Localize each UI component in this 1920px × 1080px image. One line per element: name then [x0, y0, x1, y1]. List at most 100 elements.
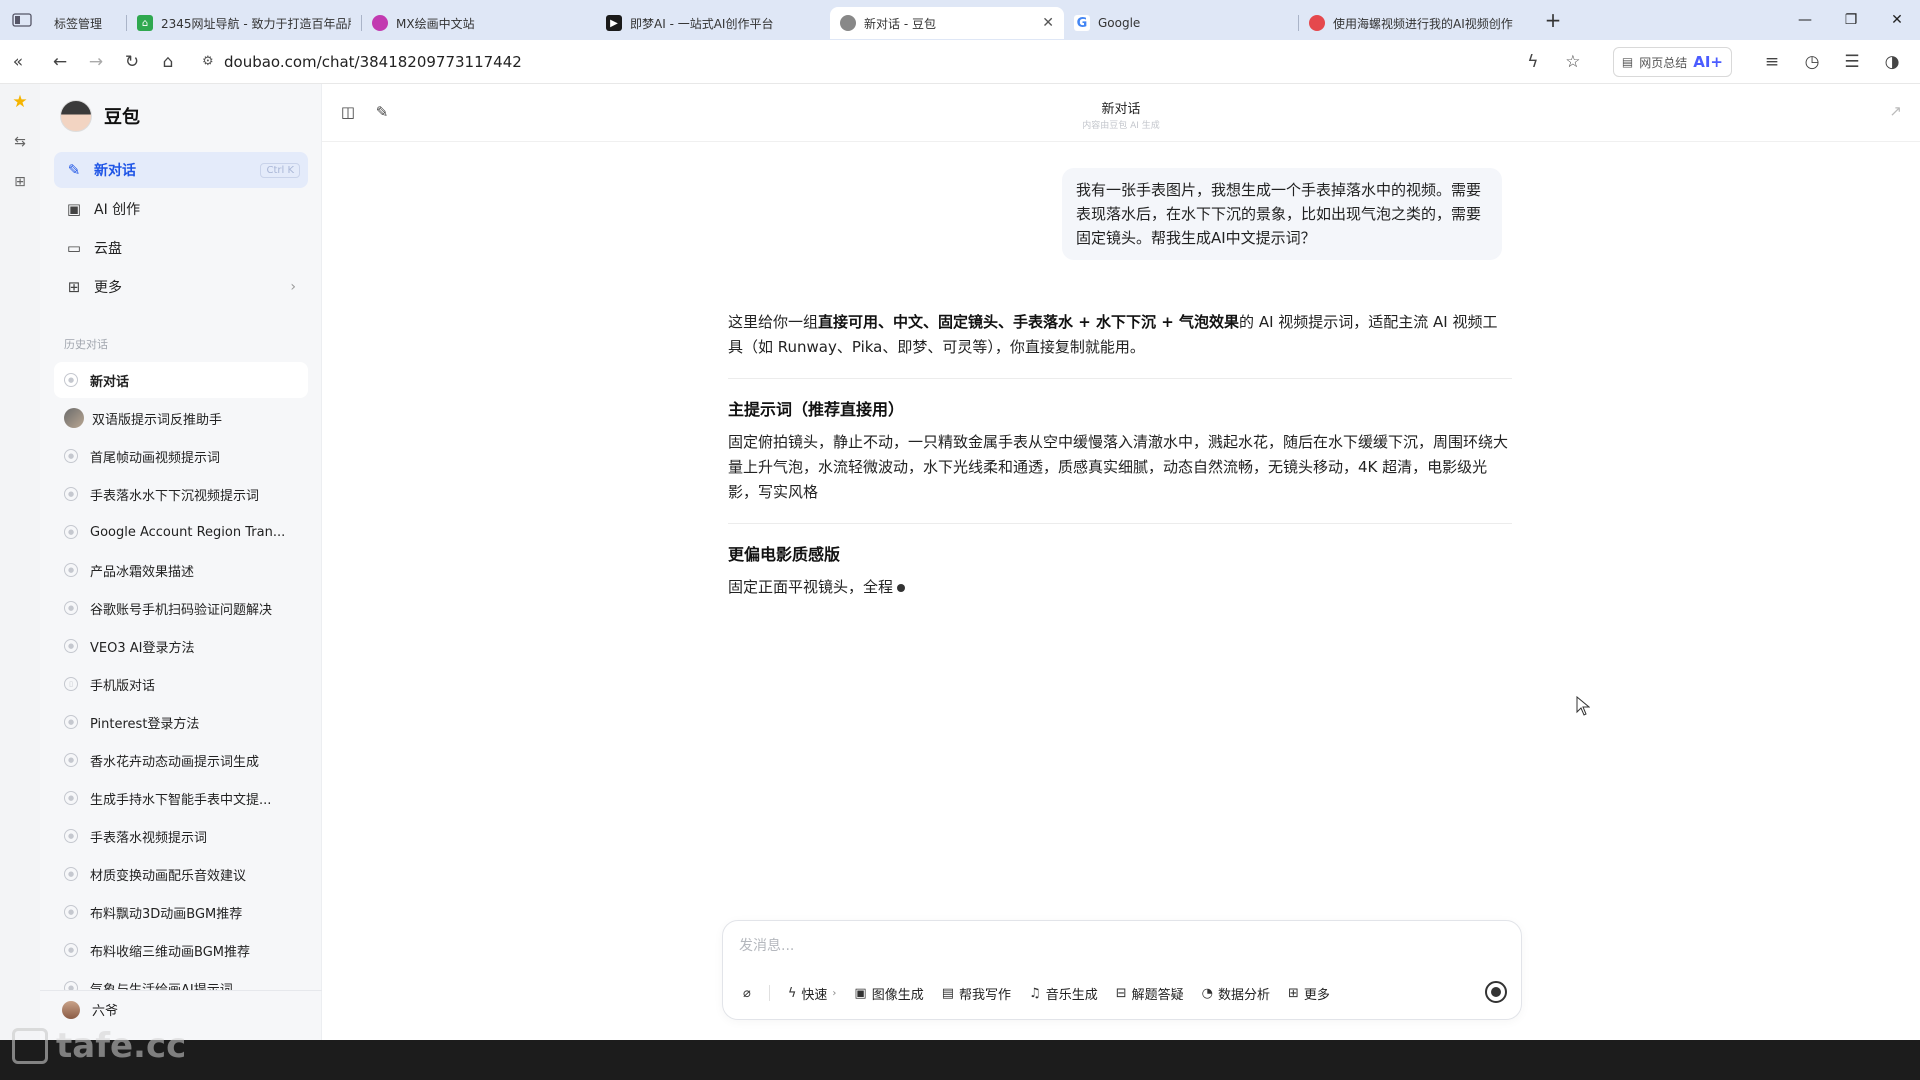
history-item-label: 新对话 — [90, 374, 130, 390]
app-sidebar: 豆包 ✎ 新对话 Ctrl K ▣ AI 创作 ▭ 云盘 ⊞ 更多 › 历史对话… — [40, 84, 322, 1040]
history-item[interactable]: ● 产品冰霜效果描述 — [54, 552, 308, 588]
menu-icon: ☰ — [1844, 52, 1860, 72]
tool-label: 快速 — [801, 987, 828, 1003]
user-name: 六爷 — [92, 1004, 119, 1019]
tab-0[interactable]: 标签管理 — [44, 7, 126, 39]
intro-text: 这里给你一组 — [728, 313, 819, 331]
sidebar-item-cloud[interactable]: ▭ 云盘 — [54, 230, 308, 266]
bolt-icon: ϟ — [1527, 52, 1539, 72]
sidebar-item-new-chat[interactable]: ✎ 新对话 Ctrl K — [54, 152, 308, 188]
composer-toolbar: ⌀ ϟ 快速 › ▣ 图像生成 ▤ 帮我写作 ♫ 音乐生成 ⊟ 解题答疑 ◔ 数据分析 ⊞ 更多 — [737, 979, 1336, 1007]
sidebar-item-more[interactable]: ⊞ 更多 › — [54, 269, 308, 305]
tool-image-gen[interactable]: ▣ 图像生成 — [848, 979, 929, 1007]
tab-title: 2345网址导航 - 致力于打造百年品牌 — [161, 16, 351, 31]
tool-label: 帮我写作 — [959, 987, 1012, 1003]
tab-6[interactable]: 使用海螺视频进行我的AI视频创作 — [1299, 7, 1533, 39]
address-bar[interactable]: ⚙ doubao.com/chat/38418209773117442 — [192, 45, 1592, 79]
chevron-icon: › — [832, 987, 837, 999]
brand[interactable]: 豆包 — [60, 100, 140, 132]
collapse-sidebar-button[interactable]: « — [0, 44, 36, 80]
history-item[interactable]: ▯ 手机版对话 — [54, 666, 308, 702]
new-tab-button[interactable]: + — [1537, 4, 1569, 36]
tab-title: 新对话 - 豆包 — [864, 16, 936, 31]
performance-button[interactable]: ϟ — [1515, 44, 1551, 80]
chat-bubble-icon: ● — [64, 639, 78, 653]
history-item-label: 气象与生活绘画AI提示词 — [90, 982, 233, 991]
history-item[interactable]: ● 香水花卉动态动画提示词生成 — [54, 742, 308, 778]
sidebar-item-label: 云盘 — [94, 241, 122, 257]
watermark: tafe.cc — [12, 1026, 186, 1066]
history-item-label: 布料飘动3D动画BGM推荐 — [90, 906, 243, 922]
add-panel-button[interactable]: ⊞ — [8, 170, 32, 194]
tab-sidebar-button[interactable] — [0, 0, 44, 40]
tab-favicon-icon — [1309, 15, 1325, 31]
close-window-button[interactable]: ✕ — [1874, 0, 1920, 40]
back-button[interactable]: ← — [42, 44, 78, 80]
chat-bubble-icon: ● — [64, 715, 78, 729]
chat-title: 新对话 — [1101, 102, 1141, 117]
tab-close-icon[interactable]: ✕ — [1042, 15, 1054, 31]
history-item[interactable]: ● 手表落水水下下沉视频提示词 — [54, 476, 308, 512]
history-item[interactable]: ● 手表落水视频提示词 — [54, 818, 308, 854]
history-item[interactable]: 双语版提示词反推助手 — [54, 400, 308, 436]
history-item[interactable]: ● 材质变换动画配乐音效建议 — [54, 856, 308, 892]
history-item[interactable]: ● VEO3 AI登录方法 — [54, 628, 308, 664]
media-button[interactable]: ≡ — [1754, 44, 1790, 80]
tool-writing[interactable]: ▤ 帮我写作 — [936, 979, 1017, 1007]
tool-fast[interactable]: ϟ 快速 › — [782, 979, 843, 1007]
sidebar-item-ai-create[interactable]: ▣ AI 创作 — [54, 191, 308, 227]
tab-2[interactable]: MX绘画中文站 — [362, 7, 596, 39]
history-item-label: 谷歌账号手机扫码验证问题解决 — [90, 602, 273, 618]
favorites-button[interactable]: ★ — [8, 90, 32, 114]
tool-more[interactable]: ⊞ 更多 — [1282, 979, 1336, 1007]
attach-button[interactable]: ⌀ — [737, 979, 757, 1007]
tool-data-analysis[interactable]: ◔ 数据分析 — [1196, 979, 1276, 1007]
site-info-icon[interactable]: ⚙ — [202, 54, 224, 69]
share-button[interactable]: ↗ — [1889, 102, 1902, 120]
chat-bubble-icon: ● — [64, 791, 78, 805]
stop-generating-button[interactable] — [1485, 981, 1507, 1003]
chat-bubble-icon: ● — [64, 753, 78, 767]
forward-button[interactable]: → — [78, 44, 114, 80]
bookmark-button[interactable]: ☆ — [1555, 44, 1591, 80]
plus-icon: + — [1544, 8, 1562, 32]
history-section-label: 历史对话 — [64, 338, 108, 351]
sidebar-item-label: 更多 — [94, 280, 122, 296]
chat-bubble-icon: ● — [64, 601, 78, 615]
tab-4[interactable]: 新对话 - 豆包 ✕ — [830, 7, 1064, 39]
extension-button[interactable]: ◑ — [1874, 44, 1910, 80]
history-item[interactable]: ● 气象与生活绘画AI提示词 — [54, 970, 308, 990]
history-item[interactable]: ● 生成手持水下智能手表中文提... — [54, 780, 308, 816]
tab-3[interactable]: ▶ 即梦AI - 一站式AI创作平台 — [596, 7, 830, 39]
tab-1[interactable]: ⌂ 2345网址导航 - 致力于打造百年品牌 — [127, 7, 361, 39]
tab-title: 即梦AI - 一站式AI创作平台 — [630, 16, 774, 31]
chat-bubble-icon: ● — [64, 943, 78, 957]
chat-bubble-icon: ● — [64, 487, 78, 501]
history-item[interactable]: ● 布料飘动3D动画BGM推荐 — [54, 894, 308, 930]
tool-music-gen[interactable]: ♫ 音乐生成 — [1023, 979, 1104, 1007]
agent-avatar-icon — [64, 408, 84, 428]
message-input[interactable] — [739, 933, 1499, 959]
menu-button[interactable]: ☰ — [1834, 44, 1870, 80]
page-summary-button[interactable]: ▤ 网页总结 AI+ — [1612, 47, 1732, 77]
history-button[interactable]: ◷ — [1794, 44, 1830, 80]
reload-button[interactable]: ↻ — [114, 44, 150, 80]
minimize-button[interactable]: — — [1782, 0, 1828, 40]
history-item[interactable]: ● 首尾帧动画视频提示词 — [54, 438, 308, 474]
history-item[interactable]: ● 谷歌账号手机扫码验证问题解决 — [54, 590, 308, 626]
history-item[interactable]: ● 布料收缩三维动画BGM推荐 — [54, 932, 308, 968]
history-item[interactable]: ● 新对话 — [54, 362, 308, 398]
history-item[interactable]: ● Google Account Region Tran... — [54, 514, 308, 550]
history-item-label: 材质变换动画配乐音效建议 — [90, 868, 247, 884]
restore-button[interactable]: ❐ — [1828, 0, 1874, 40]
tab-5[interactable]: G Google — [1064, 7, 1298, 39]
section-body-streaming: 固定正面平视镜头，全程 — [728, 575, 1512, 600]
history-item[interactable]: ● Pinterest登录方法 — [54, 704, 308, 740]
tool-solve[interactable]: ⊟ 解题答疑 — [1110, 979, 1190, 1007]
document-icon: ▤ — [1621, 55, 1634, 69]
home-button[interactable]: ⌂ — [150, 44, 186, 80]
sync-button[interactable]: ⇆ — [8, 130, 32, 154]
paperclip-icon: ⌀ — [743, 985, 751, 1001]
image-icon: ▣ — [66, 200, 82, 218]
user-profile[interactable]: 六爷 — [62, 1000, 118, 1019]
